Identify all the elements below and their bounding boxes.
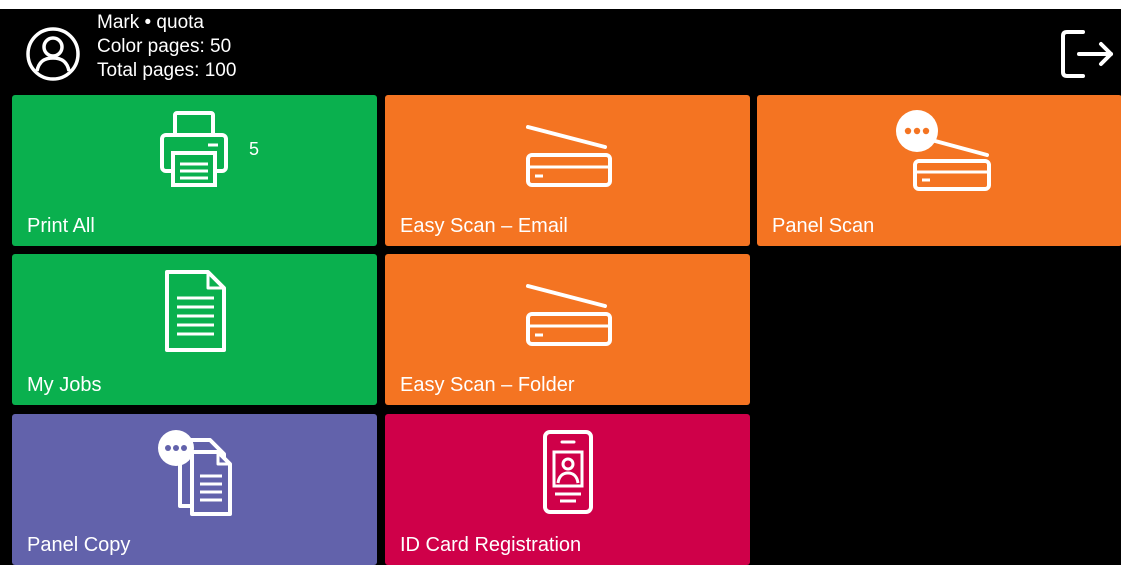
total-pages-quota: Total pages: 100 (97, 60, 237, 81)
tile-print-all[interactable]: 5 Print All (12, 95, 377, 246)
user-circle-icon (25, 26, 81, 82)
tile-label: Easy Scan – Folder (400, 374, 575, 396)
user-name-quota: Mark • quota (97, 12, 204, 33)
tile-label: Easy Scan – Email (400, 215, 568, 237)
logout-icon (1061, 30, 1113, 78)
tile-id-card-registration[interactable]: ID Card Registration (385, 414, 750, 565)
logout-button[interactable] (1057, 24, 1117, 84)
color-pages-quota: Color pages: 50 (97, 36, 232, 57)
tile-panel-scan[interactable]: Panel Scan (757, 95, 1121, 246)
document-icon (140, 266, 250, 356)
header-bar: Mark • quota Color pages: 50 Total pages… (0, 9, 1121, 93)
scanner-icon (513, 107, 623, 197)
panel-scanner-icon (885, 107, 995, 197)
user-info: Mark • quota Color pages: 50 Total pages… (97, 11, 236, 83)
printer-icon (140, 107, 250, 197)
tile-easy-scan-folder[interactable]: Easy Scan – Folder (385, 254, 750, 405)
scanner-icon (513, 266, 623, 356)
print-job-count-badge: 5 (249, 139, 260, 159)
tile-easy-scan-email[interactable]: Easy Scan – Email (385, 95, 750, 246)
tile-label: Print All (27, 215, 95, 237)
tile-label: Panel Copy (27, 534, 131, 556)
tile-label: ID Card Registration (400, 534, 582, 556)
panel-copy-icon (140, 426, 250, 516)
tile-panel-copy[interactable]: Panel Copy (12, 414, 377, 565)
terminal-screen: Mark • quota Color pages: 50 Total pages… (0, 9, 1121, 565)
tile-label: Panel Scan (772, 215, 875, 237)
id-card-icon (513, 426, 623, 516)
tile-my-jobs[interactable]: My Jobs (12, 254, 377, 405)
tile-label: My Jobs (27, 374, 102, 396)
